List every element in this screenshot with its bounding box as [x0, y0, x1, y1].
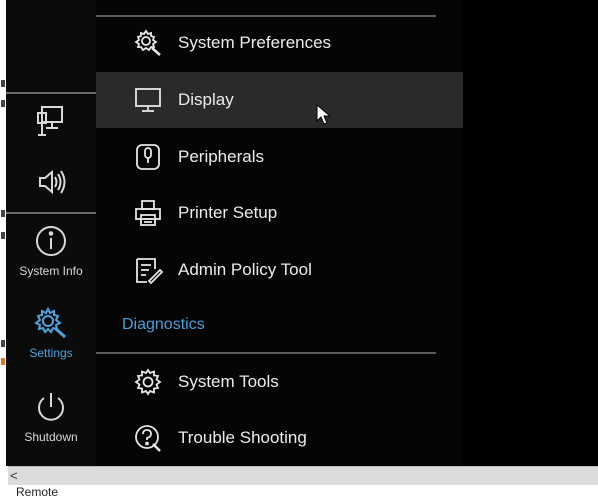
- info-icon: [6, 224, 96, 258]
- sidebar-item-label: System Info: [19, 264, 83, 278]
- menu-item-label: Trouble Shooting: [178, 428, 307, 447]
- desktop-background: [463, 0, 598, 466]
- scroll-left-button[interactable]: <: [10, 468, 18, 483]
- power-icon: [6, 390, 96, 424]
- settings-menu: System Preferences Display Peripherals P…: [96, 0, 463, 466]
- system-preferences-icon: [132, 27, 164, 59]
- menu-item-label: System Tools: [178, 372, 279, 391]
- printer-icon: [132, 197, 164, 229]
- settings-icon: [6, 306, 96, 340]
- status-text: Remote: [16, 485, 59, 499]
- monitor-icon: [132, 84, 164, 116]
- troubleshooting-icon: [132, 422, 164, 454]
- sidebar-item-network[interactable]: [6, 104, 96, 138]
- menu-item-system-preferences[interactable]: System Preferences: [96, 15, 463, 71]
- menu-item-system-tools[interactable]: System Tools: [96, 354, 463, 410]
- mouse-cursor-icon: [316, 103, 332, 131]
- section-title-diagnostics: Diagnostics: [122, 316, 205, 333]
- horizontal-scrollbar[interactable]: <: [8, 466, 598, 485]
- menu-item-label: Admin Policy Tool: [178, 260, 312, 279]
- menu-item-label: Display: [178, 90, 234, 109]
- mouse-icon: [132, 141, 164, 173]
- sidebar-item-audio[interactable]: [6, 166, 96, 198]
- menu-item-trouble-shooting[interactable]: Trouble Shooting: [96, 410, 463, 466]
- sidebar-item-system-info[interactable]: System Info: [6, 224, 96, 278]
- sidebar-divider: [6, 92, 96, 94]
- menu-item-display[interactable]: Display: [96, 72, 463, 128]
- menu-item-label: System Preferences: [178, 33, 332, 52]
- speaker-icon: [6, 166, 96, 198]
- menu-item-peripherals[interactable]: Peripherals: [96, 129, 463, 185]
- gear-icon: [132, 366, 164, 398]
- menu-item-admin-policy-tool[interactable]: Admin Policy Tool: [96, 242, 463, 298]
- admin-policy-icon: [132, 254, 164, 286]
- menu-item-printer-setup[interactable]: Printer Setup: [96, 185, 463, 241]
- sidebar-item-shutdown[interactable]: Shutdown: [6, 390, 96, 444]
- sidebar-item-label: Settings: [29, 346, 73, 360]
- menu-item-label: Printer Setup: [178, 203, 278, 222]
- sidebar: System Info Settings Shutdown: [6, 0, 96, 466]
- menu-item-label: Peripherals: [178, 147, 264, 166]
- sidebar-divider: [6, 212, 96, 214]
- sidebar-item-settings[interactable]: Settings: [6, 306, 96, 360]
- network-monitor-icon: [6, 104, 96, 138]
- sidebar-item-label: Shutdown: [24, 430, 78, 444]
